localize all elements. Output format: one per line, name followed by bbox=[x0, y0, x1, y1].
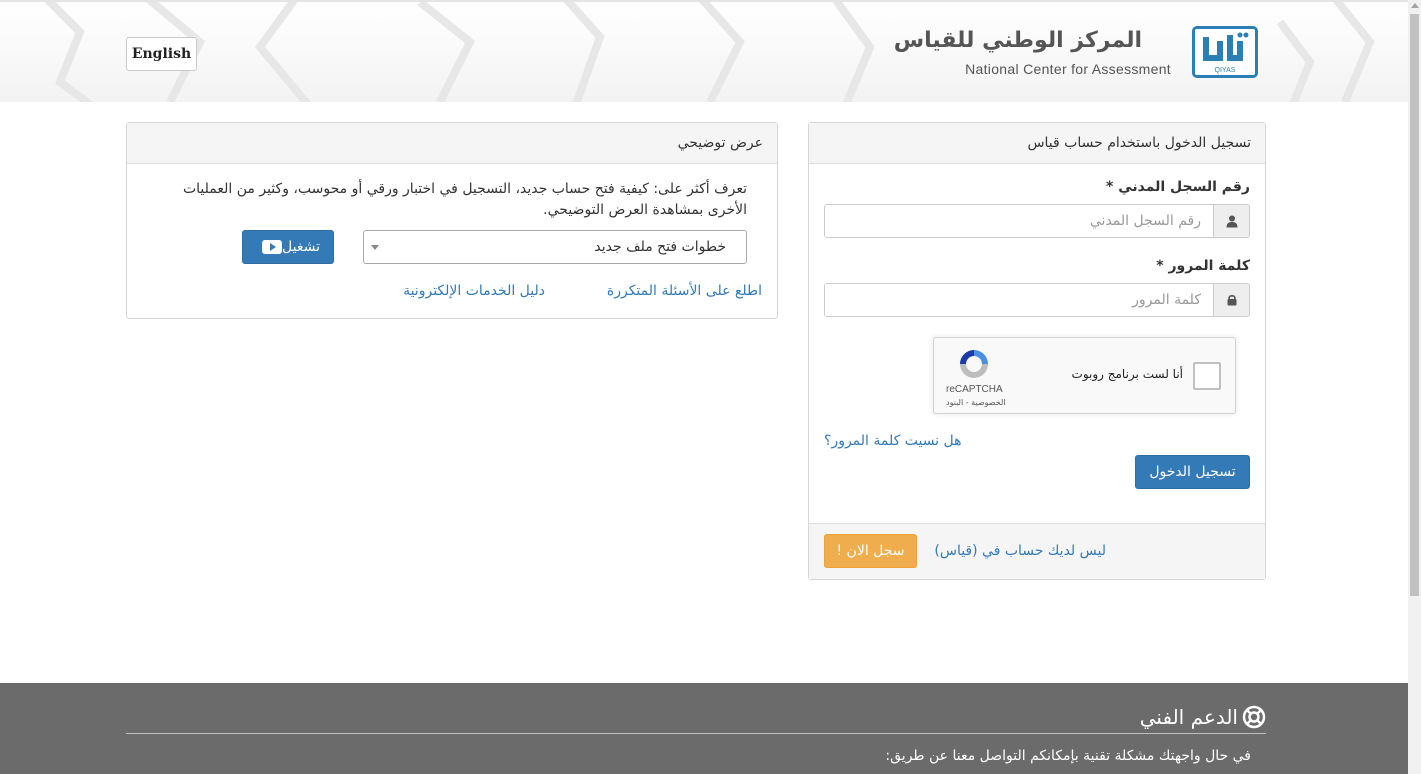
logo-mark-text: QIYAS bbox=[1215, 67, 1236, 74]
password-input[interactable] bbox=[825, 284, 1213, 316]
recaptcha-widget: أنا لست برنامج روبوت reCAPTCHA الخصوصية … bbox=[933, 337, 1236, 414]
national-id-label: رقم السجل المدني * bbox=[1106, 179, 1250, 195]
login-panel-footer: ليس لديك حساب في (قياس) سجل الان ! bbox=[809, 523, 1265, 579]
logo-arabic-name: المركز الوطني للقياس bbox=[893, 28, 1142, 53]
youtube-play-icon bbox=[262, 240, 283, 254]
login-panel-heading: تسجيل الدخول باستخدام حساب قياس bbox=[809, 123, 1265, 164]
page-scrollbar[interactable] bbox=[1408, 0, 1421, 774]
recaptcha-brand: reCAPTCHA bbox=[946, 384, 1003, 395]
demo-panel-heading: عرض توضيحي bbox=[127, 123, 777, 164]
support-description: في حال واجهتك مشكلة تقنية بإمكانكم التوا… bbox=[885, 748, 1251, 764]
support-title-text: الدعم الفني bbox=[1139, 705, 1238, 729]
recaptcha-label: أنا لست برنامج روبوت bbox=[1071, 367, 1183, 381]
user-icon-glyph bbox=[1226, 215, 1237, 227]
scroll-up-arrow-icon[interactable] bbox=[1411, 3, 1419, 8]
password-label: كلمة المرور * bbox=[1156, 258, 1250, 274]
qiyas-logo-icon: QIYAS bbox=[1192, 26, 1258, 78]
qiyas-mark-icon: QIYAS bbox=[1203, 32, 1249, 74]
support-footer: الدعم الفني في حال واجهتك مشكلة تقنية بإ… bbox=[0, 683, 1408, 774]
forgot-password-link[interactable]: هل نسيت كلمة المرور؟ bbox=[824, 433, 962, 449]
support-heading: الدعم الفني bbox=[1140, 705, 1266, 729]
demo-select-value: خطوات فتح ملف جديد bbox=[594, 239, 726, 255]
english-language-button[interactable]: English bbox=[126, 37, 197, 71]
national-id-input[interactable] bbox=[825, 205, 1213, 237]
lock-icon-glyph bbox=[1227, 294, 1236, 306]
login-button[interactable]: تسجيل الدخول bbox=[1135, 455, 1250, 489]
faq-link[interactable]: اطلع على الأسئلة المتكررة bbox=[607, 283, 762, 299]
national-id-field-group bbox=[824, 204, 1250, 238]
register-now-button[interactable]: سجل الان ! bbox=[824, 534, 917, 568]
user-icon bbox=[1213, 205, 1249, 237]
demo-panel: عرض توضيحي تعرف أكثر على: كيفية فتح حساب… bbox=[126, 122, 778, 319]
site-logo[interactable]: المركز الوطني للقياس National Center for… bbox=[894, 24, 1260, 84]
logo-english-name: National Center for Assessment bbox=[965, 61, 1171, 77]
life-ring-icon bbox=[1242, 705, 1266, 729]
recaptcha-logo-icon bbox=[960, 350, 988, 378]
chevron-down-icon bbox=[371, 245, 379, 250]
no-account-link[interactable]: ليس لديك حساب في (قياس) bbox=[934, 543, 1106, 559]
support-divider bbox=[126, 733, 1266, 734]
demo-description: تعرف أكثر على: كيفية فتح حساب جديد، التس… bbox=[182, 181, 747, 218]
recaptcha-terms-links[interactable]: الخصوصية - البنود bbox=[946, 398, 1006, 407]
lock-icon bbox=[1213, 284, 1249, 316]
play-demo-button[interactable]: تشغيل bbox=[242, 230, 334, 264]
recaptcha-checkbox[interactable] bbox=[1193, 362, 1221, 390]
login-panel: تسجيل الدخول باستخدام حساب قياس رقم السج… bbox=[808, 122, 1266, 580]
password-field-group bbox=[824, 283, 1250, 317]
scrollbar-thumb[interactable] bbox=[1410, 14, 1419, 596]
e-services-guide-link[interactable]: دليل الخدمات الإلكترونية bbox=[403, 283, 545, 299]
demo-video-select[interactable]: خطوات فتح ملف جديد bbox=[363, 230, 747, 264]
site-header: English المركز الوطني للقياس National Ce… bbox=[0, 2, 1408, 102]
play-button-label: تشغيل bbox=[282, 239, 320, 255]
